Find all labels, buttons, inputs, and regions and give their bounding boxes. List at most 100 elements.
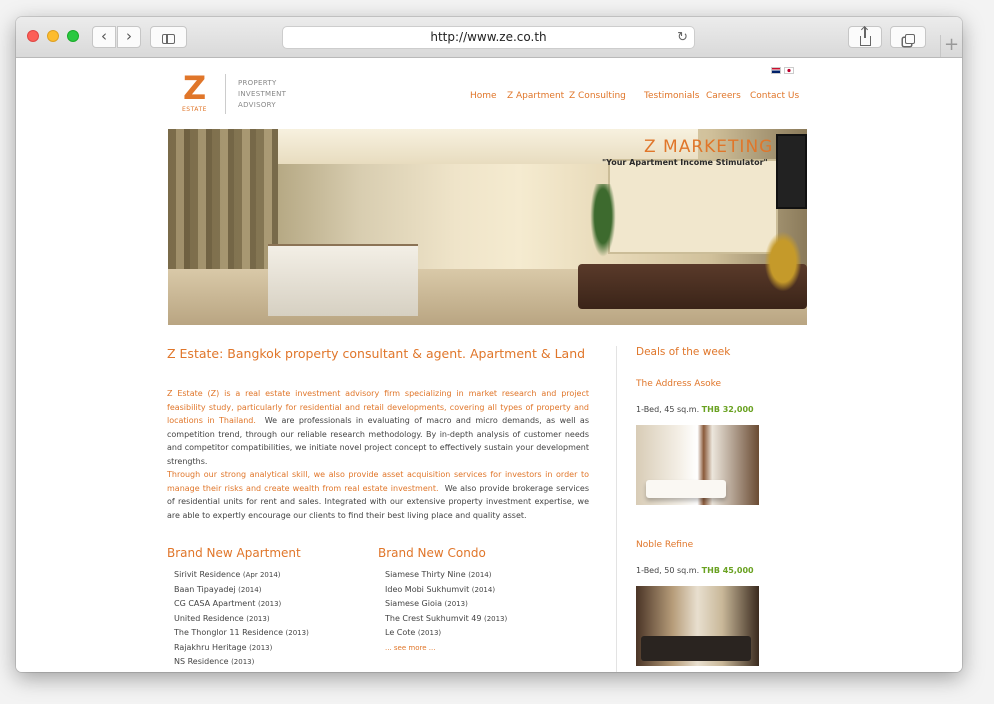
english-flag-icon[interactable] <box>771 67 781 74</box>
back-button[interactable]: ‹ <box>92 26 116 48</box>
sidebar-icon <box>162 34 175 44</box>
item-year: (2014) <box>471 585 496 594</box>
list-item[interactable]: Ideo Mobi Sukhumvit (2014) <box>385 583 507 598</box>
deal-specs: 1-Bed, 50 sq.m. <box>636 566 700 575</box>
show-tabs-button[interactable] <box>890 26 926 48</box>
item-name: Sirivit Residence <box>174 570 241 579</box>
logo-tagline: PROPERTY INVESTMENT ADVISORY <box>238 78 286 111</box>
nav-home[interactable]: Home <box>470 91 497 101</box>
item-year: (2013) <box>231 658 255 666</box>
web-page: Z ESTATE PROPERTY INVESTMENT ADVISORY Ho… <box>16 58 962 672</box>
apartment-list: Sirivit Residence (Apr 2014) Baan Tipaya… <box>174 568 309 670</box>
item-year: (2013) <box>444 600 468 608</box>
item-name: United Residence <box>174 613 244 623</box>
tabs-icon <box>905 34 915 44</box>
list-item[interactable]: Sirivit Residence (Apr 2014) <box>174 568 309 583</box>
logo-divider <box>225 74 226 114</box>
item-year: (2013) <box>257 600 282 608</box>
item-name: The Thonglor 11 Residence <box>174 628 283 637</box>
hero-banner: Z MARKETING "Your Apartment Income Stimu… <box>168 129 807 325</box>
zoom-window-button[interactable] <box>67 30 79 42</box>
list-item[interactable]: Siamese Gioia (2013) <box>385 597 507 612</box>
deal-photo[interactable] <box>636 586 759 666</box>
page-heading: Z Estate: Bangkok property consultant & … <box>167 346 586 361</box>
nav-z-consulting[interactable]: Z Consulting <box>569 91 626 101</box>
list-item[interactable]: NS Residence (2013) <box>174 655 309 670</box>
japanese-flag-icon[interactable] <box>784 67 794 74</box>
list-item[interactable]: Rajakhru Heritage (2013) <box>174 641 309 656</box>
banner-title: Z MARKETING <box>644 137 774 157</box>
deal-name-link[interactable]: The Address Asoke <box>636 379 721 389</box>
browser-window: ‹ › http://www.ze.co.th ↻ + Z ESTATE PRO… <box>16 17 962 672</box>
banner-reception-desk <box>268 244 418 316</box>
reload-icon[interactable]: ↻ <box>677 27 688 48</box>
chevron-right-icon: › <box>126 27 132 45</box>
url-text: http://www.ze.co.th <box>430 30 547 44</box>
deal-name-link[interactable]: Noble Refine <box>636 540 693 550</box>
banner-tv <box>776 134 807 209</box>
deal-info: 1-Bed, 50 sq.m. THB 45,000 <box>636 566 754 575</box>
nav-contact-us[interactable]: Contact Us <box>750 91 799 101</box>
language-switcher <box>768 59 794 78</box>
list-item[interactable]: The Thonglor 11 Residence (2013) <box>174 626 309 641</box>
list-item[interactable]: Baan Tipayadej (2014) <box>174 583 309 598</box>
banner-subtitle: "Your Apartment Income Stimulator" <box>602 158 768 167</box>
banner-statue <box>763 229 803 294</box>
list-item[interactable]: United Residence (2013) <box>174 612 309 627</box>
item-name: Ideo Mobi Sukhumvit <box>385 584 470 594</box>
item-name: NS Residence <box>174 657 229 666</box>
item-name: Le Cote <box>385 628 416 637</box>
plus-icon: + <box>943 34 960 55</box>
chevron-left-icon: ‹ <box>101 27 107 45</box>
apartment-list-title: Brand New Apartment <box>167 546 301 560</box>
deal-specs: 1-Bed, 45 sq.m. <box>636 405 700 414</box>
item-name: Siamese Gioia <box>385 599 442 608</box>
list-item[interactable]: The Crest Sukhumvit 49 (2013) <box>385 612 507 627</box>
deals-title: Deals of the week <box>636 346 731 358</box>
nav-careers[interactable]: Careers <box>706 91 741 101</box>
item-name: Baan Tipayadej <box>174 584 236 594</box>
item-name: Rajakhru Heritage <box>174 642 247 652</box>
share-button[interactable] <box>848 26 882 48</box>
deal-price: THB 45,000 <box>701 566 754 575</box>
item-year: (2013) <box>483 614 508 623</box>
item-year: (2014) <box>468 571 492 579</box>
item-name: Siamese Thirty Nine <box>385 570 466 579</box>
logo-wordmark: ESTATE <box>182 106 207 113</box>
item-year: (2013) <box>246 614 270 623</box>
forward-button[interactable]: › <box>117 26 141 48</box>
new-tab-button[interactable]: + <box>940 35 962 57</box>
services-paragraph: Through our strong analytical skill, we … <box>167 468 589 522</box>
column-divider <box>616 346 617 672</box>
item-year: (2013) <box>417 629 442 637</box>
deal-photo[interactable] <box>636 425 759 505</box>
browser-toolbar: ‹ › http://www.ze.co.th ↻ + <box>16 17 962 58</box>
nav-testimonials[interactable]: Testimonials <box>644 91 699 101</box>
list-item[interactable]: Siamese Thirty Nine (2014) <box>385 568 507 583</box>
minimize-window-button[interactable] <box>47 30 59 42</box>
tagline-line: PROPERTY <box>238 79 277 87</box>
item-name: CG CASA Apartment <box>174 599 256 608</box>
tagline-line: INVESTMENT <box>238 90 287 98</box>
item-year: (2013) <box>285 629 309 637</box>
list-item[interactable]: CG CASA Apartment (2013) <box>174 597 309 612</box>
see-more-link[interactable]: ... see more ... <box>385 641 507 656</box>
item-year: (2013) <box>249 643 273 652</box>
intro-paragraph: Z Estate (Z) is a real estate investment… <box>167 387 589 469</box>
site-logo[interactable]: Z ESTATE PROPERTY INVESTMENT ADVISORY <box>167 71 307 116</box>
condo-list: Siamese Thirty Nine (2014) Ideo Mobi Suk… <box>385 568 507 655</box>
sidebar-toggle-button[interactable] <box>150 26 187 48</box>
share-icon <box>859 27 871 46</box>
close-window-button[interactable] <box>27 30 39 42</box>
address-bar[interactable]: http://www.ze.co.th ↻ <box>282 26 695 49</box>
deal-info: 1-Bed, 45 sq.m. THB 32,000 <box>636 405 754 414</box>
banner-plant <box>588 184 618 264</box>
logo-letter: Z <box>183 69 207 107</box>
see-more-label: ... see more ... <box>385 643 436 652</box>
main-column: Z Estate: Bangkok property consultant & … <box>167 346 592 666</box>
deal-price: THB 32,000 <box>701 405 754 414</box>
nav-z-apartment[interactable]: Z Apartment <box>507 91 564 101</box>
list-item[interactable]: Le Cote (2013) <box>385 626 507 641</box>
item-year: (2014) <box>238 585 262 594</box>
item-year: (Apr 2014) <box>242 571 281 579</box>
